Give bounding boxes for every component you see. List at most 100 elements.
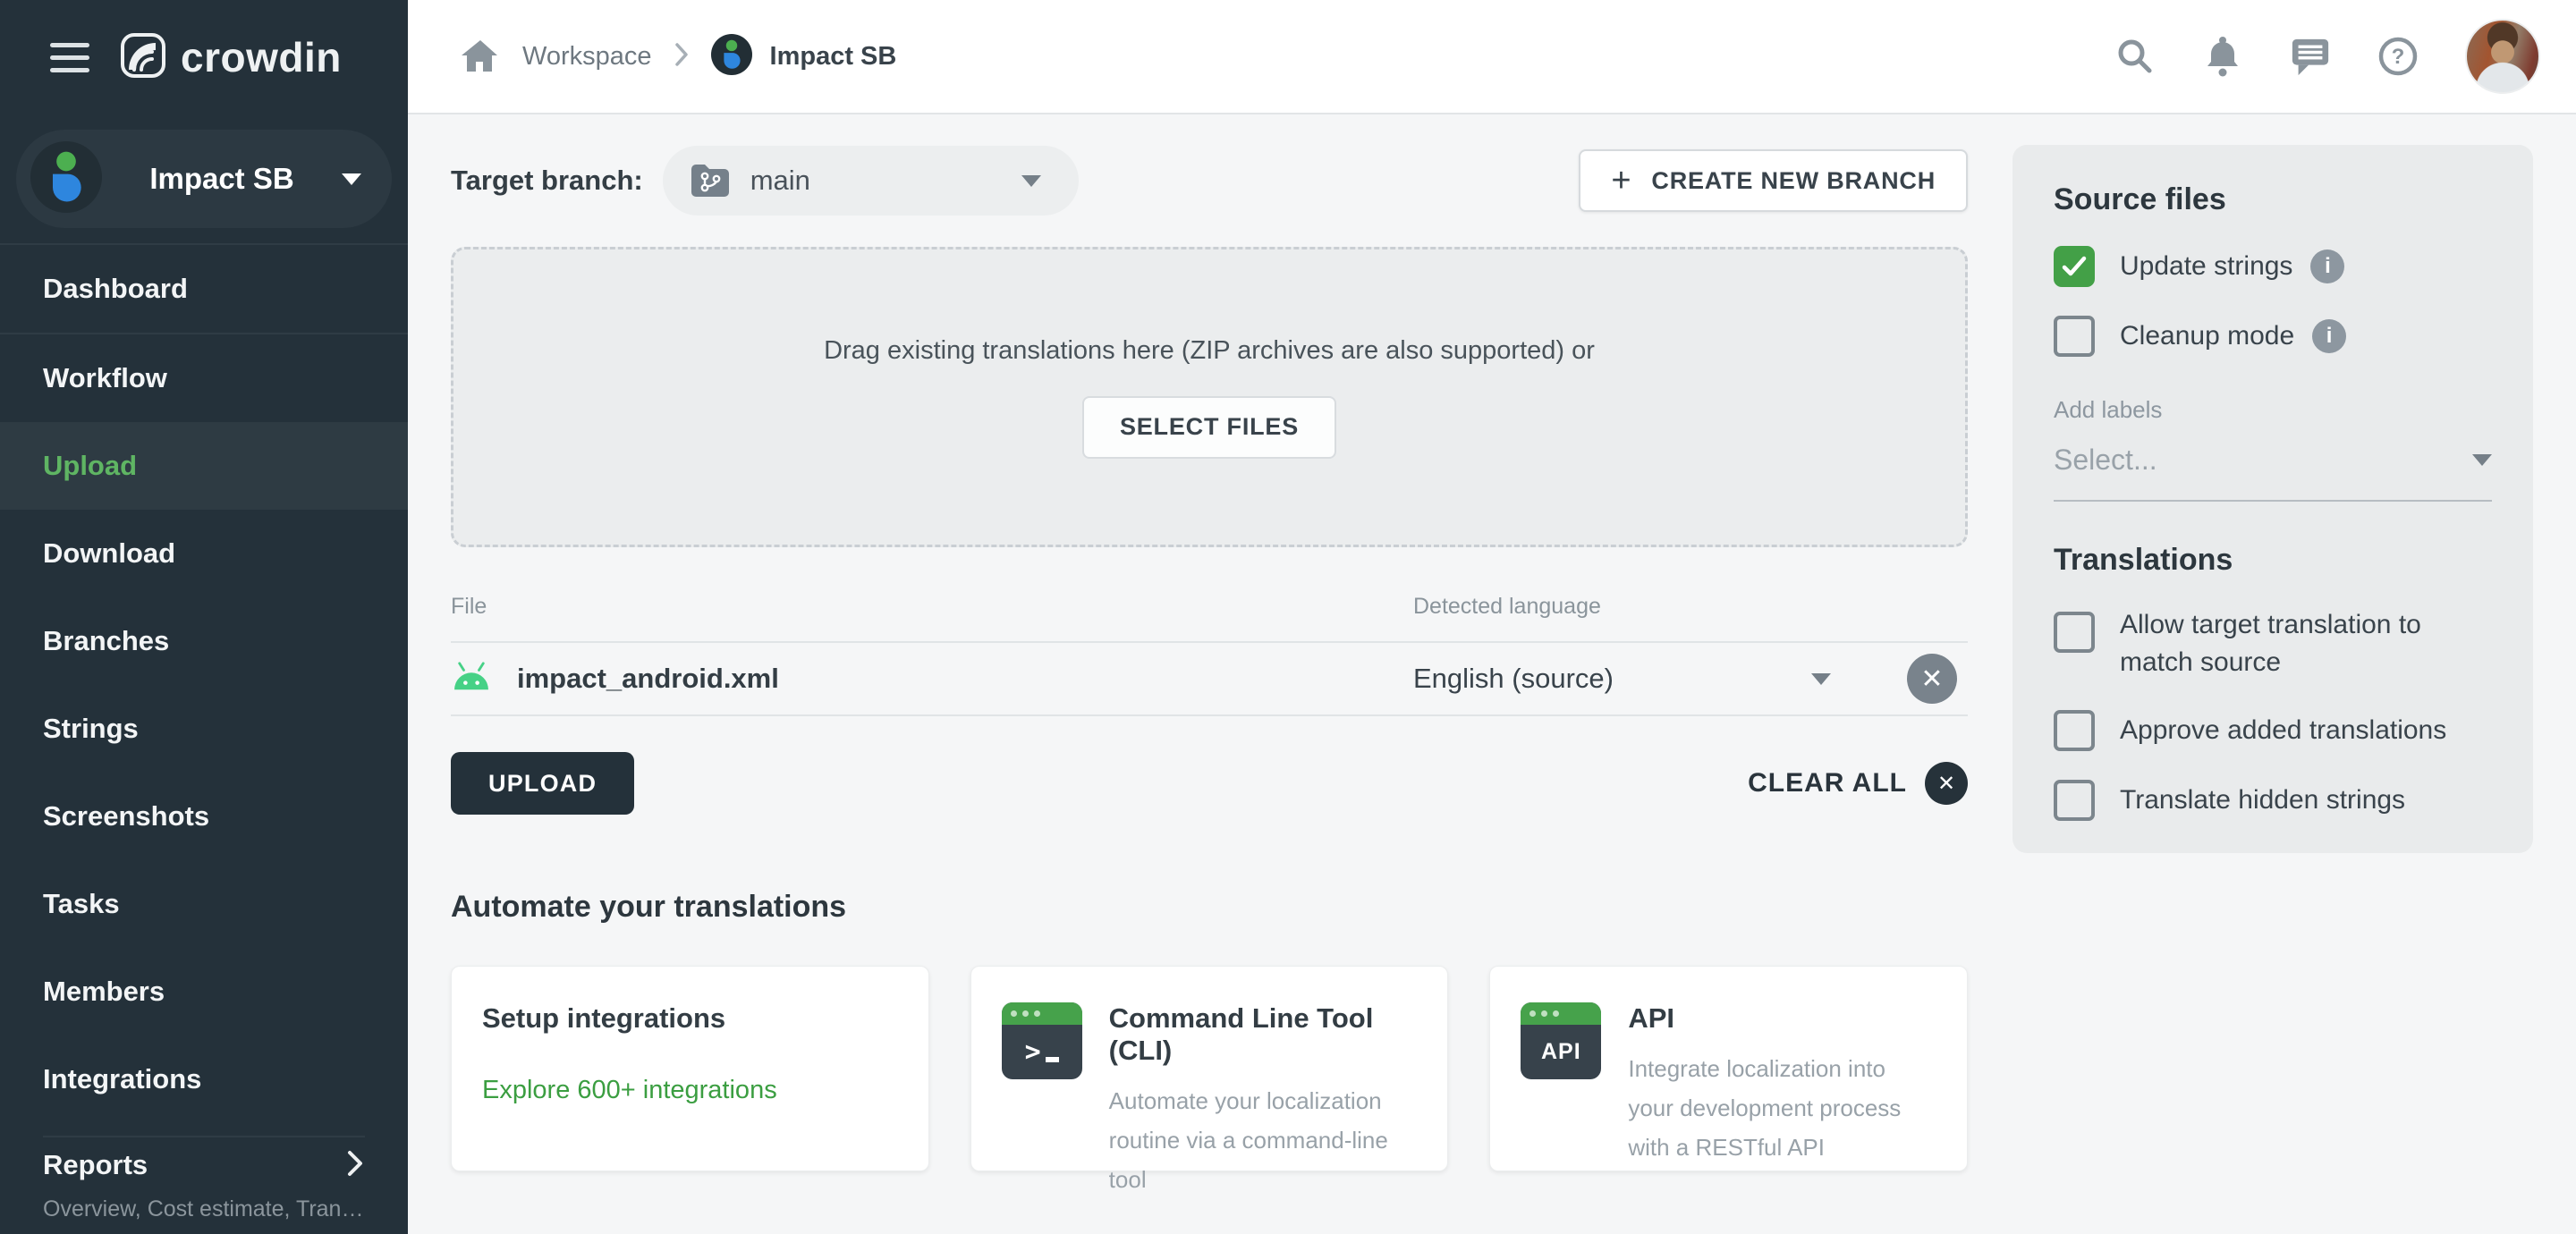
sidebar-item-strings[interactable]: Strings bbox=[0, 685, 408, 773]
target-branch-label: Target branch: bbox=[451, 165, 643, 196]
language-select[interactable]: English (source) bbox=[1413, 654, 1968, 704]
sidebar-item-integrations[interactable]: Integrations bbox=[0, 1035, 408, 1123]
option-label: Translate hidden strings bbox=[2120, 785, 2406, 815]
chevron-right-icon bbox=[345, 1147, 365, 1184]
sidebar-item-reports[interactable]: Reports bbox=[43, 1137, 365, 1193]
breadcrumb-project[interactable]: Impact SB bbox=[710, 33, 897, 80]
search-icon[interactable] bbox=[2114, 36, 2156, 77]
close-icon bbox=[1920, 663, 1943, 695]
option-cleanup-mode[interactable]: Cleanup mode bbox=[2054, 316, 2492, 357]
content: Target branch: main + CREATE NEW BRANCH … bbox=[408, 114, 2576, 1234]
upload-page: Target branch: main + CREATE NEW BRANCH … bbox=[451, 145, 1969, 1234]
sidebar-item-upload[interactable]: Upload bbox=[0, 422, 408, 510]
create-new-branch-button[interactable]: + CREATE NEW BRANCH bbox=[1579, 149, 1968, 212]
option-label: Cleanup mode bbox=[2120, 321, 2295, 351]
option-label: Allow target translation to match source bbox=[2120, 610, 2421, 677]
card-title: Setup integrations bbox=[482, 1002, 726, 1034]
sidebar-item-branches[interactable]: Branches bbox=[0, 597, 408, 685]
reports-label: Reports bbox=[43, 1149, 148, 1180]
card-cli[interactable]: Command Line Tool (CLI) Automate your lo… bbox=[970, 966, 1449, 1193]
breadcrumb-chevron-icon bbox=[674, 40, 690, 73]
branch-bar: Target branch: main + CREATE NEW BRANCH bbox=[451, 145, 1968, 216]
card-title: API bbox=[1628, 1002, 1675, 1034]
info-icon[interactable] bbox=[2312, 319, 2347, 353]
android-icon bbox=[451, 661, 492, 697]
file-dropzone[interactable]: Drag existing translations here (ZIP arc… bbox=[451, 247, 1968, 547]
sidebar-item-dashboard[interactable]: Dashboard bbox=[0, 245, 408, 333]
close-icon bbox=[1925, 762, 1968, 805]
breadcrumb-project-name: Impact SB bbox=[769, 41, 897, 71]
checkbox-unchecked[interactable] bbox=[2054, 710, 2095, 751]
sidebar-item-workflow[interactable]: Workflow bbox=[0, 334, 408, 422]
sidebar-nav: Dashboard Workflow Upload Download Branc… bbox=[0, 245, 408, 1123]
column-header-language: Detected language bbox=[1413, 594, 1601, 619]
help-icon[interactable]: ? bbox=[2377, 36, 2419, 77]
upload-button[interactable]: UPLOAD bbox=[451, 752, 635, 815]
crowdin-wordmark: crowdin bbox=[181, 34, 342, 80]
automate-cards: Setup integrations Explore 600+ integrat… bbox=[451, 966, 1969, 1193]
remove-file-button[interactable] bbox=[1907, 654, 1957, 704]
card-text: API Integrate localization into your dev… bbox=[1628, 1002, 1936, 1167]
sidebar-header: crowdin bbox=[0, 0, 408, 114]
terminal-icon bbox=[1001, 1002, 1082, 1079]
sidebar-item-members[interactable]: Members bbox=[0, 948, 408, 1035]
automate-section-title: Automate your translations bbox=[451, 890, 847, 924]
clear-all-label: CLEAR ALL bbox=[1748, 768, 1907, 798]
upload-actions: UPLOAD CLEAR ALL bbox=[451, 752, 1968, 815]
chevron-down-icon bbox=[342, 173, 361, 185]
project-avatar bbox=[30, 140, 102, 217]
checkbox-unchecked[interactable] bbox=[2054, 316, 2095, 357]
chevron-down-icon bbox=[1021, 174, 1041, 187]
card-text: Command Line Tool (CLI) Automate your lo… bbox=[1109, 1002, 1418, 1199]
api-icon: API bbox=[1521, 1002, 1602, 1079]
option-allow-target-match-source[interactable]: Allow target translation to match source bbox=[2054, 606, 2492, 681]
option-update-strings[interactable]: Update strings bbox=[2054, 246, 2492, 287]
table-header-row: File Detected language bbox=[451, 594, 1968, 641]
select-files-button[interactable]: SELECT FILES bbox=[1081, 395, 1337, 459]
branch-select[interactable]: main bbox=[662, 146, 1079, 216]
option-translate-hidden-strings[interactable]: Translate hidden strings bbox=[2054, 780, 2492, 821]
option-label: Update strings bbox=[2120, 251, 2293, 281]
chevron-down-icon bbox=[2472, 454, 2492, 466]
project-switcher[interactable]: Impact SB bbox=[16, 130, 392, 228]
project-switcher-name: Impact SB bbox=[149, 162, 294, 195]
upload-settings-panel: Source files Update strings Cleanup mode… bbox=[2012, 145, 2533, 853]
checkbox-unchecked[interactable] bbox=[2054, 780, 2095, 821]
crowdin-logo[interactable]: crowdin bbox=[120, 32, 342, 83]
clear-all-button[interactable]: CLEAR ALL bbox=[1748, 762, 1968, 805]
option-approve-added-translations[interactable]: Approve added translations bbox=[2054, 710, 2492, 751]
sidebar-item-download[interactable]: Download bbox=[0, 510, 408, 597]
info-icon[interactable] bbox=[2310, 249, 2345, 283]
hamburger-menu-icon[interactable] bbox=[50, 42, 89, 72]
card-description: Integrate localization into your develop… bbox=[1628, 1055, 1902, 1161]
option-label: Approve added translations bbox=[2120, 715, 2447, 745]
breadcrumb: Workspace Impact SB bbox=[460, 33, 897, 80]
project-avatar bbox=[710, 33, 752, 80]
main-area: Workspace Impact SB ? Target branch: mai… bbox=[408, 0, 2576, 1234]
user-avatar[interactable] bbox=[2465, 19, 2540, 94]
checkbox-checked[interactable] bbox=[2054, 246, 2095, 287]
breadcrumb-workspace[interactable]: Workspace bbox=[522, 42, 652, 72]
source-files-title: Source files bbox=[2054, 182, 2226, 216]
home-icon[interactable] bbox=[460, 36, 501, 77]
plus-icon: + bbox=[1611, 162, 1632, 199]
file-cell: impact_android.xml bbox=[451, 661, 1413, 697]
sidebar-item-screenshots[interactable]: Screenshots bbox=[0, 773, 408, 860]
card-api[interactable]: API API Integrate localization into your… bbox=[1489, 966, 1969, 1171]
sidebar: crowdin Impact SB Dashboard Workflow Upl… bbox=[0, 0, 408, 1234]
notifications-bell-icon[interactable] bbox=[2202, 36, 2243, 77]
sidebar-reports-section: Reports Overview, Cost estimate, Transl… bbox=[0, 1123, 408, 1234]
messages-icon[interactable] bbox=[2290, 36, 2331, 77]
sidebar-item-tasks[interactable]: Tasks bbox=[0, 860, 408, 948]
checkbox-unchecked[interactable] bbox=[2054, 612, 2095, 653]
card-description: Automate your localization routine via a… bbox=[1108, 1087, 1388, 1193]
uploaded-files-table: File Detected language impact_android.xm… bbox=[451, 594, 1968, 716]
add-labels-label: Add labels bbox=[2054, 396, 2163, 423]
explore-integrations-link[interactable]: Explore 600+ integrations bbox=[482, 1076, 777, 1105]
svg-text:?: ? bbox=[2392, 45, 2405, 69]
card-title: Command Line Tool (CLI) bbox=[1108, 1002, 1374, 1066]
card-setup-integrations[interactable]: Setup integrations Explore 600+ integrat… bbox=[451, 966, 929, 1171]
labels-select[interactable]: Select... bbox=[2054, 444, 2492, 502]
detected-language-value: English (source) bbox=[1413, 663, 1614, 694]
reports-subtitle: Overview, Cost estimate, Transl… bbox=[43, 1196, 365, 1221]
